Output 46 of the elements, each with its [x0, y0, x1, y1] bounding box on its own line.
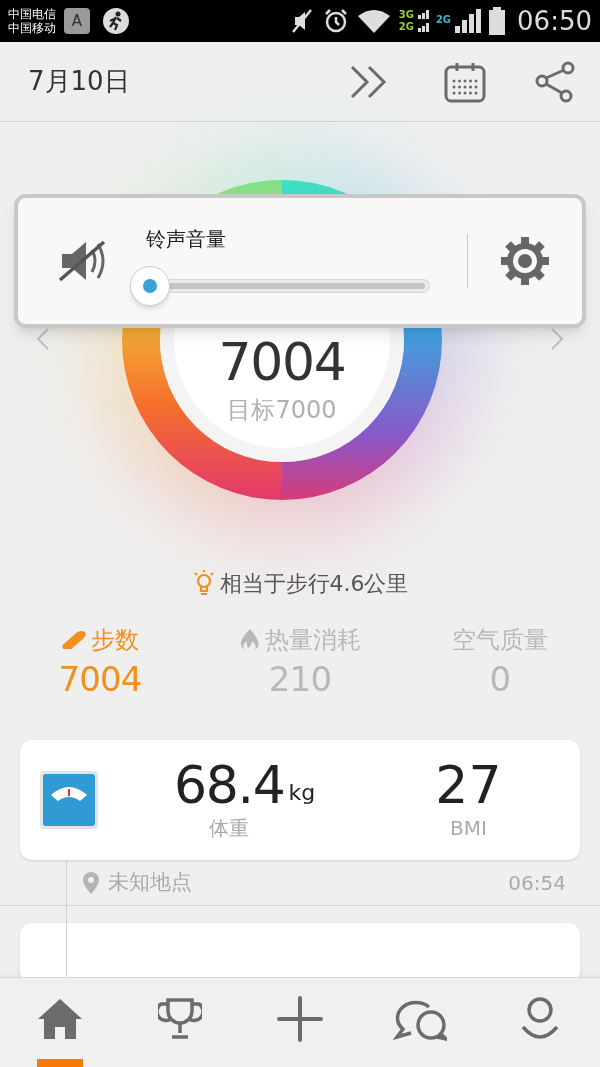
forward-button[interactable]	[350, 64, 388, 99]
selected-tab-indicator	[37, 1059, 83, 1067]
stat-value: 7004	[58, 658, 142, 700]
step-count: 7004	[218, 332, 346, 392]
weight-card[interactable]: 68.4 kg 体重 27 BMI	[20, 740, 580, 860]
ringtone-volume-label: 铃声音量	[146, 226, 227, 253]
bmi-label: BMI	[449, 815, 487, 842]
battery-icon	[489, 7, 506, 35]
stat-label: 步数	[91, 625, 139, 656]
bmi-value: 27	[435, 757, 502, 813]
settings-button[interactable]	[500, 236, 550, 286]
runner-icon	[102, 7, 130, 35]
goal-label: 目标7000	[227, 395, 337, 426]
location-label: 未知地点	[108, 868, 193, 896]
flame-icon	[239, 628, 261, 652]
plus-icon	[277, 995, 323, 1042]
network-label: 2G	[435, 13, 452, 27]
clock-time: 06:50	[517, 4, 592, 38]
double-chevron-icon	[350, 64, 388, 99]
carrier-name: 中国电信	[8, 7, 56, 21]
trophy-icon	[158, 996, 202, 1041]
weight-value: 68.4	[174, 757, 285, 813]
profile-icon	[520, 996, 560, 1041]
home-icon	[37, 996, 83, 1041]
calendar-icon	[444, 60, 486, 103]
keyboard-badge: A	[64, 8, 90, 34]
calendar-button[interactable]	[444, 60, 486, 103]
entry-time: 06:54	[508, 869, 566, 897]
location-pin-icon	[82, 870, 100, 895]
distance-tip: 相当于步行4.6公里	[219, 569, 409, 598]
share-button[interactable]	[534, 60, 576, 103]
settings-icon	[500, 236, 550, 286]
signal-icon	[417, 9, 432, 33]
stat-tab[interactable]: 步数 7004	[0, 622, 200, 700]
network-label: 3G	[398, 9, 414, 21]
muted-icon	[290, 8, 315, 34]
wifi-icon	[356, 8, 391, 34]
share-icon	[534, 60, 576, 103]
network-label: 2G	[398, 21, 414, 33]
scale-icon	[40, 771, 98, 829]
carrier-name: 中国移动	[8, 21, 56, 35]
weight-unit: kg	[288, 779, 316, 807]
signal-icon	[455, 8, 482, 34]
lightbulb-icon	[191, 568, 216, 598]
weight-label: 体重	[208, 815, 249, 842]
date-title: 7月10日	[28, 65, 131, 98]
